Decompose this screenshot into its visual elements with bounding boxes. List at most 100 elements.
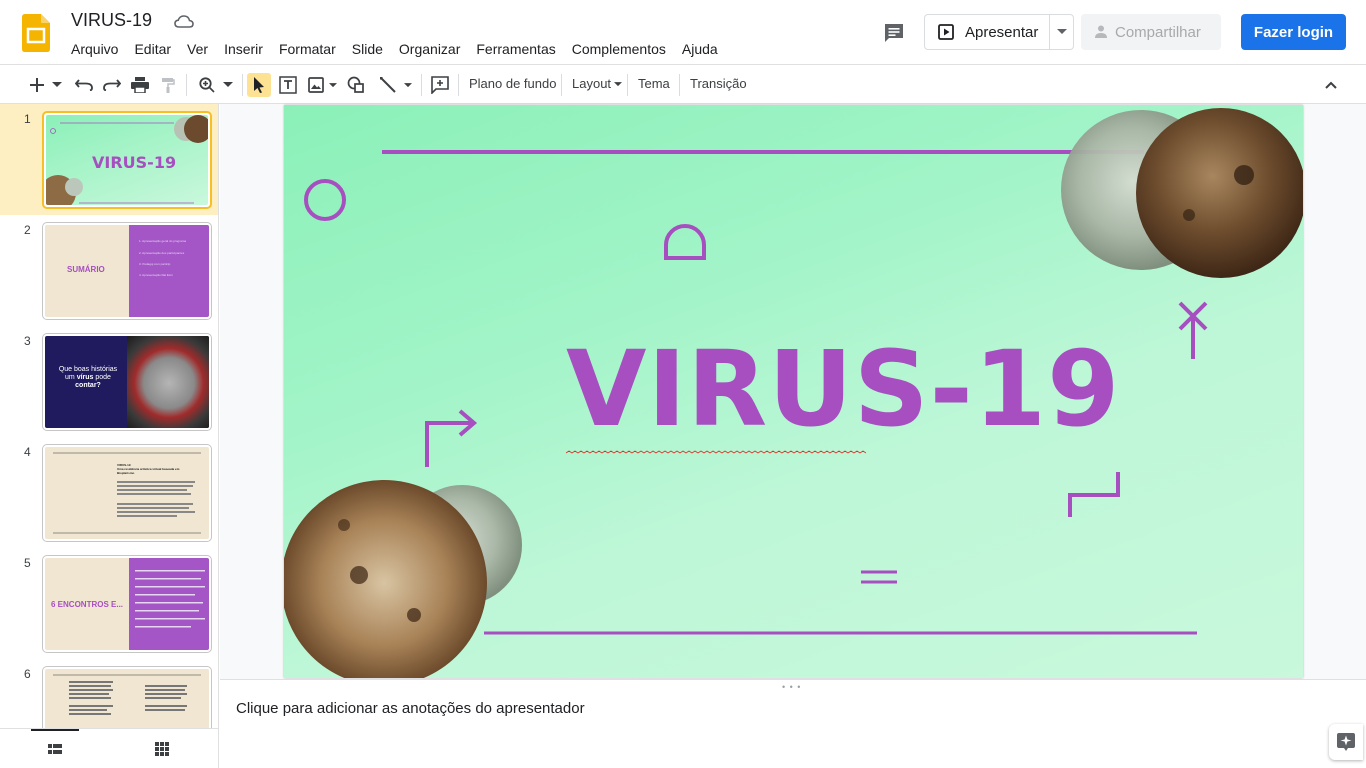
share-label: Compartilhar xyxy=(1115,23,1201,41)
comment-history-icon[interactable] xyxy=(882,21,906,45)
thumb-title: Que boas histórias um vírus pode contar? xyxy=(53,366,123,390)
filmstrip-slide-4[interactable]: 4 VIRUS-19 Uma residência artística virt… xyxy=(0,437,218,548)
slide-thumbnail[interactable]: 6 ENCONTROS E... xyxy=(42,555,212,653)
print-button[interactable] xyxy=(130,73,150,97)
menu-arquivo[interactable]: Arquivo xyxy=(63,38,126,60)
zoom-button[interactable] xyxy=(196,73,236,97)
slide-thumbnail[interactable]: SUMÁRIO 1. Apresentação geral do program… xyxy=(42,222,212,320)
explore-button[interactable] xyxy=(1329,724,1363,760)
toolbar-divider xyxy=(458,74,459,96)
redo-button[interactable] xyxy=(102,73,122,97)
share-button[interactable]: Compartilhar xyxy=(1081,14,1221,50)
slide-number: 6 xyxy=(24,667,31,681)
menu-slide[interactable]: Slide xyxy=(344,38,391,60)
theme-button[interactable]: Tema xyxy=(638,76,670,91)
notes-resize-handle[interactable]: • • • xyxy=(782,682,801,692)
filmstrip-footer xyxy=(0,728,218,768)
filmstrip-view-button[interactable] xyxy=(31,729,79,768)
thumb-title: VIRUS-19 xyxy=(92,153,177,172)
menu-bar: Arquivo Editar Ver Inserir Formatar Slid… xyxy=(63,38,726,60)
thumb-subtitle: Uma residência artística virtual baseada… xyxy=(117,467,180,475)
present-label: Apresentar xyxy=(965,23,1039,41)
filmstrip-view-icon xyxy=(48,744,62,754)
toolbar-divider xyxy=(186,74,187,96)
menu-complementos[interactable]: Complementos xyxy=(564,38,674,60)
current-slide[interactable]: VIRUS-19 xyxy=(284,105,1303,678)
thumb-item: 1. Apresentação geral do programa xyxy=(139,239,187,243)
toolbar-divider xyxy=(679,74,680,96)
add-comment-icon xyxy=(431,76,449,94)
cloud-saved-icon[interactable] xyxy=(174,14,194,30)
login-button[interactable]: Fazer login xyxy=(1241,14,1346,50)
google-slides-logo[interactable] xyxy=(22,14,50,52)
slide-thumbnail[interactable]: Que boas histórias um vírus pode contar? xyxy=(42,333,212,431)
thumb-virus-image xyxy=(127,336,209,428)
filmstrip-slide-2[interactable]: 2 SUMÁRIO 1. Apresentação geral do progr… xyxy=(0,215,218,326)
image-icon xyxy=(307,77,324,93)
insert-image-button[interactable] xyxy=(305,73,339,97)
undo-button[interactable] xyxy=(74,73,94,97)
speaker-notes-placeholder[interactable]: Clique para adicionar as anotações do ap… xyxy=(236,700,585,717)
menu-organizar[interactable]: Organizar xyxy=(391,38,468,60)
speaker-notes-panel[interactable]: • • • Clique para adicionar as anotações… xyxy=(220,679,1366,768)
plus-icon xyxy=(30,78,44,92)
grid-view-button[interactable] xyxy=(140,729,184,768)
menu-editar[interactable]: Editar xyxy=(126,38,179,60)
toolbar-divider xyxy=(627,74,628,96)
line-tool-button[interactable] xyxy=(375,73,415,97)
explore-star-icon xyxy=(1337,733,1355,751)
paint-format-icon xyxy=(162,78,175,93)
slide-number: 2 xyxy=(24,223,31,237)
filmstrip-slide-3[interactable]: 3 Que boas histórias um vírus pode conta… xyxy=(0,326,218,437)
toolbar-divider xyxy=(421,74,422,96)
app-header: VIRUS-19 Arquivo Editar Ver Inserir Form… xyxy=(0,0,1366,64)
layout-label: Layout xyxy=(572,76,612,91)
slide-number: 3 xyxy=(24,334,31,348)
lock-person-icon xyxy=(1095,25,1107,38)
slide-number: 5 xyxy=(24,556,31,570)
text-box-button[interactable] xyxy=(277,73,299,97)
slide-title[interactable]: VIRUS-19 xyxy=(566,337,1121,441)
cursor-arrow-icon xyxy=(254,77,264,93)
thumb-item: 3. Pedagoj com particip xyxy=(139,262,171,266)
grid-view-icon xyxy=(155,742,169,756)
slide-thumbnail[interactable]: VIRUS-19 Uma residência artística virtua… xyxy=(42,444,212,542)
menu-formatar[interactable]: Formatar xyxy=(271,38,344,60)
present-button[interactable]: Apresentar xyxy=(924,14,1050,50)
undo-icon xyxy=(75,79,93,91)
paint-format-button[interactable] xyxy=(158,73,178,97)
slide-canvas-area[interactable]: VIRUS-19 xyxy=(220,104,1366,679)
zoom-in-icon xyxy=(199,77,215,93)
document-title[interactable]: VIRUS-19 xyxy=(71,10,152,31)
present-icon xyxy=(938,24,954,40)
menu-inserir[interactable]: Inserir xyxy=(216,38,271,60)
text-box-icon xyxy=(279,76,297,94)
new-slide-button[interactable] xyxy=(26,73,66,97)
menu-ajuda[interactable]: Ajuda xyxy=(674,38,726,60)
menu-ver[interactable]: Ver xyxy=(179,38,216,60)
collapse-menus-button[interactable] xyxy=(1320,73,1342,97)
menu-ferramentas[interactable]: Ferramentas xyxy=(468,38,563,60)
toolbar-divider xyxy=(242,74,243,96)
background-button[interactable]: Plano de fundo xyxy=(469,76,556,91)
slide-4-decor xyxy=(53,452,201,534)
filmstrip-slide-5[interactable]: 5 6 ENCONTROS E... xyxy=(0,548,218,659)
shape-button[interactable] xyxy=(345,73,367,97)
transition-button[interactable]: Transição xyxy=(690,76,747,91)
slide-thumbnail[interactable]: VIRUS-19 xyxy=(42,111,212,209)
redo-icon xyxy=(103,79,121,91)
slide-filmstrip: 1 VIRUS-19 2 SUMÁRIO 1. Apresentação ger… xyxy=(0,104,219,768)
slide-5-lines xyxy=(135,570,205,628)
layout-button[interactable]: Layout xyxy=(572,76,623,91)
thumb-item: 4. Apresentação filal lisini xyxy=(139,273,173,277)
thumb-title: SUMÁRIO xyxy=(67,265,105,274)
present-options-dropdown[interactable] xyxy=(1050,14,1074,50)
select-tool-button[interactable] xyxy=(247,73,271,97)
caret-down-icon xyxy=(614,82,623,87)
slide-number: 1 xyxy=(24,112,31,126)
add-comment-button[interactable] xyxy=(429,73,451,97)
filmstrip-slide-1[interactable]: 1 VIRUS-19 xyxy=(0,104,218,215)
chevron-up-icon xyxy=(1325,81,1337,89)
spellcheck-underline xyxy=(566,450,866,454)
line-icon xyxy=(379,77,396,93)
